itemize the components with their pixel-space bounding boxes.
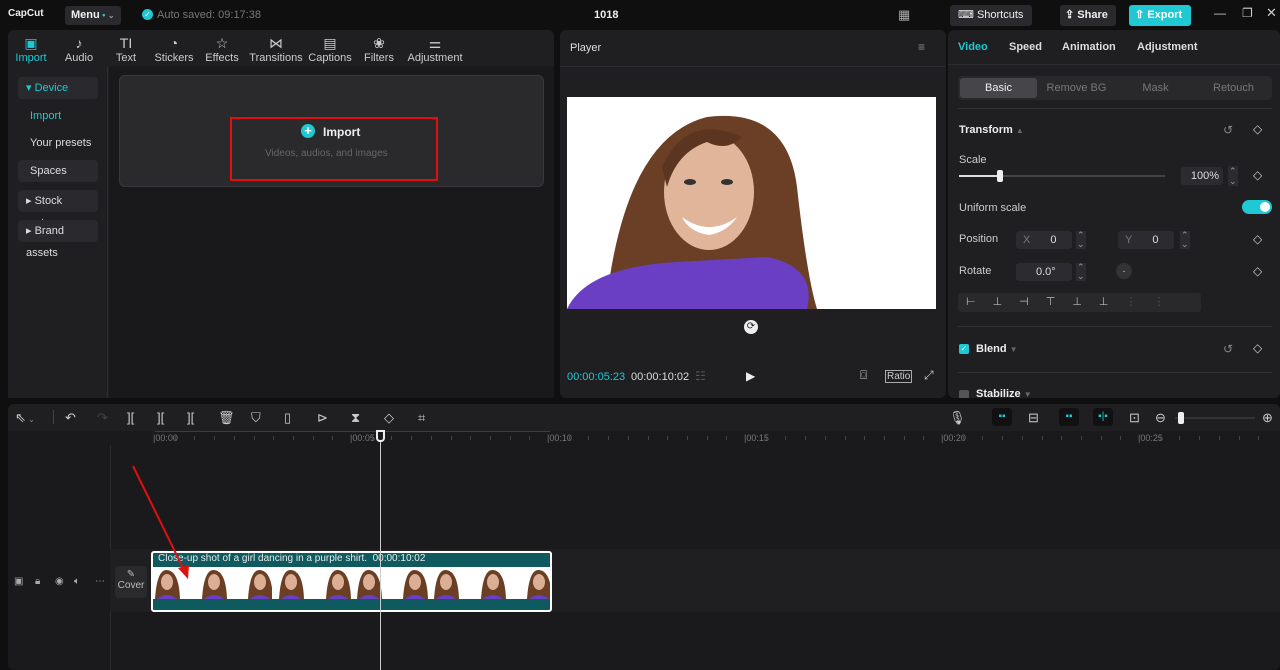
annotation-arrow [132, 465, 189, 579]
